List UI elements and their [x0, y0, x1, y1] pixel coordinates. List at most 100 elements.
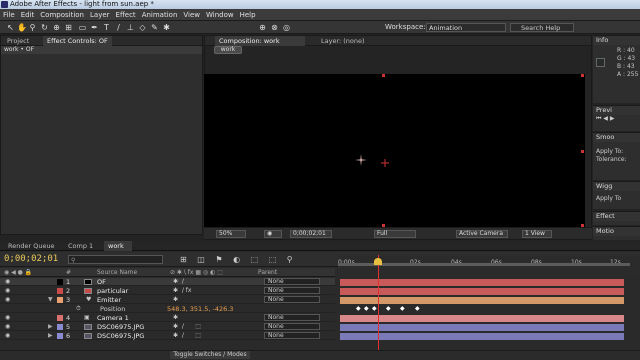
tab-project[interactable]: Project	[3, 36, 33, 46]
view-axis-icon[interactable]: ◎	[282, 23, 291, 32]
rectangle-tool-icon[interactable]: ▭	[78, 23, 87, 32]
snapshot-button[interactable]: ◉	[264, 230, 282, 238]
timeline-current-time[interactable]: 0;00;02;01	[4, 254, 58, 264]
roto-brush-tool-icon[interactable]: ✎	[150, 23, 159, 32]
layer-switches[interactable]: ✱ / ⬚	[173, 332, 201, 340]
timeline-search-input[interactable]: ⚲	[68, 255, 163, 264]
layer-switches[interactable]: ✱ /	[173, 278, 184, 286]
keyframe-icon[interactable]: ◆	[364, 305, 369, 312]
magnification-dropdown[interactable]: 50%	[216, 230, 246, 238]
camera-view-dropdown[interactable]: Active Camera	[456, 230, 508, 238]
parent-dropdown[interactable]: None	[264, 287, 320, 294]
preview-panel-title[interactable]: Previ	[593, 106, 640, 115]
current-time-indicator[interactable]	[378, 255, 379, 350]
parent-dropdown[interactable]: None	[264, 323, 320, 330]
layer-row[interactable]: ◉ ▶ 5 DSC06975.JPG ✱ / ⬚ None	[0, 323, 335, 331]
layer-row[interactable]: ◉ 2 particular ✱ / fx None	[0, 287, 335, 295]
layer-name[interactable]: DSC06975.JPG	[97, 323, 144, 331]
layer-row[interactable]: ◉ ▶ 6 DSC06975.JPG ✱ / ⬚ None	[0, 332, 335, 340]
tab-composition[interactable]: Composition: work	[215, 36, 305, 46]
visibility-eye-icon[interactable]: ◉	[5, 323, 10, 331]
menu-effect[interactable]: Effect	[113, 9, 139, 21]
timeline-switches-toolbar[interactable]: ⊞ ◫ ⚑ ◐ ⬚ ⬚ ⚲	[180, 255, 297, 264]
comp-navigator-button[interactable]: work	[214, 46, 242, 54]
visibility-eye-icon[interactable]: ◉	[5, 278, 10, 286]
clone-stamp-tool-icon[interactable]: ⊥	[126, 23, 135, 32]
menu-layer[interactable]: Layer	[87, 9, 113, 21]
resolution-dropdown[interactable]: Full	[374, 230, 416, 238]
playhead-handle[interactable]	[374, 258, 382, 265]
selection-tool-icon[interactable]: ↖	[6, 23, 15, 32]
layer-name[interactable]: OF	[97, 278, 106, 286]
brush-tool-icon[interactable]: /	[114, 23, 123, 32]
expand-triangle-icon[interactable]: ▶	[48, 332, 53, 340]
world-axis-icon[interactable]: ⊗	[270, 23, 279, 32]
keyframe-icon[interactable]: ◆	[400, 305, 405, 312]
stopwatch-icon[interactable]: ⏱	[76, 305, 81, 313]
menu-animation[interactable]: Animation	[139, 9, 181, 21]
layer-name[interactable]: Camera 1	[97, 314, 129, 322]
puppet-tool-icon[interactable]: ✱	[162, 23, 171, 32]
menu-view[interactable]: View	[180, 9, 203, 21]
composition-viewer[interactable]	[204, 74, 585, 227]
tab-comp-1[interactable]: Comp 1	[64, 241, 102, 251]
layer-switches[interactable]: ✱ / ⬚	[173, 323, 201, 331]
keyframe-icon[interactable]: ◆	[415, 305, 420, 312]
zoom-tool-icon[interactable]: ⚲	[28, 23, 37, 32]
layer-duration-bar[interactable]	[340, 297, 624, 304]
menu-edit[interactable]: Edit	[18, 9, 38, 21]
parent-header[interactable]: Parent	[258, 268, 277, 277]
layer-switches[interactable]: ✱ / fx	[173, 287, 191, 295]
menu-composition[interactable]: Composition	[37, 9, 87, 21]
visibility-eye-icon[interactable]: ◉	[5, 314, 10, 322]
property-row[interactable]: ⏱ Position 548.3, 351.5, -426.3	[0, 305, 335, 313]
visibility-eye-icon[interactable]: ◉	[5, 287, 10, 295]
comp-bound-handle-right[interactable]	[581, 150, 584, 153]
layer-duration-bar[interactable]	[340, 279, 624, 286]
current-time-field[interactable]: 0;00;02;01	[290, 230, 332, 238]
layer-duration-bar[interactable]	[340, 288, 624, 295]
label-color[interactable]	[57, 324, 63, 330]
expand-triangle-icon[interactable]: ▼	[48, 296, 53, 304]
smoother-panel-title[interactable]: Smoo	[593, 133, 640, 142]
eraser-tool-icon[interactable]: ◇	[138, 23, 147, 32]
camera-tool-icon[interactable]: ⊕	[52, 23, 61, 32]
label-color[interactable]	[57, 288, 63, 294]
text-tool-icon[interactable]: T	[102, 23, 111, 32]
tab-layer[interactable]: Layer: (none)	[317, 36, 383, 46]
layer-switches[interactable]: ✱	[173, 314, 178, 322]
label-color[interactable]	[57, 279, 63, 285]
tab-work[interactable]: work	[104, 241, 132, 251]
local-axis-icon[interactable]: ⊕	[258, 23, 267, 32]
label-color[interactable]	[57, 297, 63, 303]
comp-bound-handle-top[interactable]	[382, 74, 385, 77]
layer-row[interactable]: ◉ ▼ 3 ♥ Emitter ✱ None	[0, 296, 335, 304]
layer-row[interactable]: ◉ 4 ▣ Camera 1 ✱ None	[0, 314, 335, 322]
layer-name[interactable]: DSC06975.JPG	[97, 332, 144, 340]
keyframe-icon[interactable]: ◆	[356, 305, 361, 312]
effects-panel-title[interactable]: Effect	[593, 212, 640, 221]
visibility-eye-icon[interactable]: ◉	[5, 332, 10, 340]
tab-render-queue[interactable]: Render Queue	[4, 241, 60, 251]
expand-triangle-icon[interactable]: ▶	[48, 323, 53, 331]
layer-duration-bar[interactable]	[340, 333, 624, 340]
layer-row[interactable]: ◉ 1 OF ✱ / None	[0, 278, 335, 286]
rotate-tool-icon[interactable]: ↻	[40, 23, 49, 32]
pen-tool-icon[interactable]: ✒	[90, 23, 99, 32]
source-name-header[interactable]: Source Name	[97, 268, 137, 277]
parent-dropdown[interactable]: None	[264, 278, 320, 285]
menu-file[interactable]: File	[0, 9, 18, 21]
toggle-switches-modes-button[interactable]: Toggle Switches / Modes	[170, 351, 250, 359]
layer-switches[interactable]: ✱	[173, 296, 178, 304]
layer-name[interactable]: particular	[97, 287, 128, 295]
pan-behind-tool-icon[interactable]: ⊞	[64, 23, 73, 32]
menu-window[interactable]: Window	[203, 9, 237, 21]
comp-bound-handle-top-right[interactable]	[581, 74, 584, 77]
keyframe-icon[interactable]: ◆	[372, 305, 377, 312]
emitter-point-icon[interactable]	[381, 159, 389, 167]
layer-duration-bar[interactable]	[340, 315, 624, 322]
hand-tool-icon[interactable]: ✋	[17, 23, 27, 32]
tab-effect-controls[interactable]: Effect Controls: OF	[43, 36, 112, 46]
preview-controls[interactable]: ⏮ ◀ ▶	[593, 115, 640, 123]
parent-dropdown[interactable]: None	[264, 314, 320, 321]
